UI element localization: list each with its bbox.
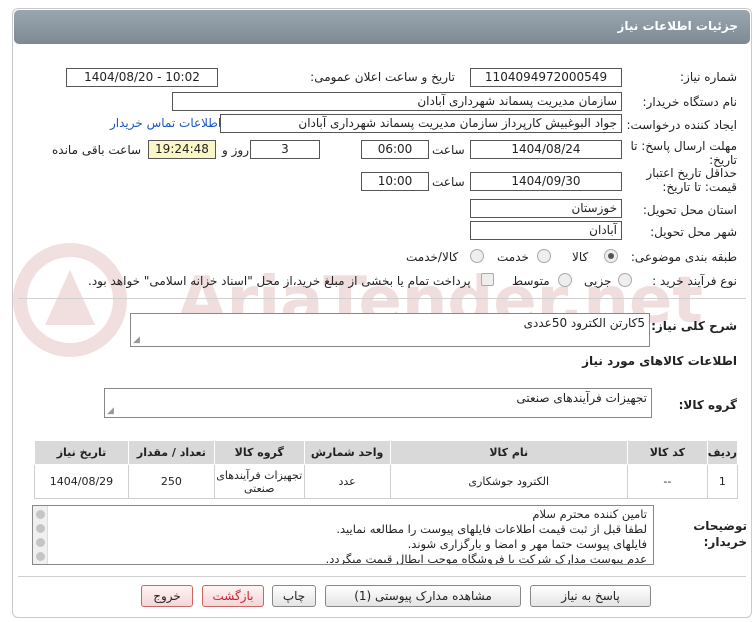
panel-header: جزئیات اطلاعات نیاز <box>14 10 750 44</box>
divider <box>18 298 746 299</box>
table-header-row: ردیف کد کالا نام کالا واحد شمارش گروه کا… <box>34 440 739 465</box>
announce-datetime-field: 1404/08/20 - 10:02 <box>66 68 218 87</box>
cell-code: -- <box>626 464 708 499</box>
col-header-group: گروه کالا <box>213 440 305 465</box>
resize-grip-icon[interactable]: ◢ <box>133 335 140 345</box>
col-header-unit: واحد شمارش <box>303 440 391 465</box>
col-header-date: تاریخ نیاز <box>34 440 129 465</box>
goods-group-label: گروه کالا: <box>678 398 737 412</box>
category-goods-service-label: کالا/خدمت <box>406 250 459 264</box>
validity-time-label: ساعت <box>432 175 465 189</box>
buyer-notes-box[interactable]: تامین کننده محترم سلام لطفا قبل از ثبت ق… <box>32 505 654 565</box>
goods-table: ردیف کد کالا نام کالا واحد شمارش گروه کا… <box>34 440 739 499</box>
reply-time-field: 06:00 <box>361 140 429 159</box>
process-radio-medium[interactable] <box>558 273 572 287</box>
divider <box>18 576 746 577</box>
treasury-payment-note: پرداخت تمام یا بخشی از مبلغ خرید،از محل … <box>88 274 471 288</box>
announce-label: تاریخ و ساعت اعلان عمومی: <box>310 70 455 84</box>
view-attachments-button[interactable]: مشاهده مدارک پیوستی (1) <box>325 585 521 607</box>
process-medium-label: متوسط <box>512 274 550 288</box>
validity-label: حداقل تاریخ اعتبار قیمت: تا تاریخ: <box>646 166 737 194</box>
back-button[interactable]: بازگشت <box>202 585 264 607</box>
resize-grip-icon[interactable]: ◢ <box>107 406 114 416</box>
buyer-notes-line: لطفا قبل از ثبت قیمت اطلاعات فایلهای پیو… <box>336 522 647 536</box>
category-radio-goods[interactable] <box>604 249 618 263</box>
scroll-dot-icon <box>36 552 45 561</box>
category-label: طبقه بندی موضوعی: <box>630 250 737 264</box>
buyer-notes-line: تامین کننده محترم سلام <box>532 507 647 521</box>
cell-unit: عدد <box>303 464 391 499</box>
col-header-row-no: ردیف <box>706 440 739 465</box>
cell-qty: 250 <box>127 464 215 499</box>
cell-group: تجهیزات فرآیندهای صنعتی <box>213 464 305 499</box>
scroll-dot-icon <box>36 510 45 519</box>
description-label: شرح کلی نیاز: <box>651 319 737 333</box>
description-textarea[interactable]: 5کارتن الکترود 50عددی ◢ <box>130 313 650 347</box>
col-header-name: نام کالا <box>389 440 628 465</box>
treasury-payment-checkbox[interactable] <box>481 273 494 286</box>
goods-section-title: اطلاعات کالاهای مورد نیاز <box>582 354 737 368</box>
province-field: خوزستان <box>470 199 622 218</box>
buyer-contact-link[interactable]: اطلاعات تماس خریدار <box>110 116 221 130</box>
col-header-code: کد کالا <box>626 440 708 465</box>
province-label: استان محل تحویل: <box>642 203 737 217</box>
city-label: شهر محل تحویل: <box>650 225 737 239</box>
table-row[interactable]: 1 -- الکترود جوشکاری عدد تجهیزات فرآینده… <box>34 464 739 499</box>
col-header-qty: تعداد / مقدار <box>127 440 215 465</box>
need-number-label: شماره نیاز: <box>680 70 737 84</box>
scroll-dot-icon <box>36 538 45 547</box>
requester-label: ایجاد کننده درخواست: <box>626 118 737 132</box>
validity-date-field: 1404/09/30 <box>470 172 622 191</box>
process-minor-label: جزیی <box>584 274 612 288</box>
validity-time-field: 10:00 <box>361 172 429 191</box>
days-and-label: روز و <box>222 143 249 157</box>
buyer-notes-label: توضیحات خریدار: <box>693 519 747 549</box>
goods-group-textarea[interactable]: تجهیزات فرآیندهای صنعتی ◢ <box>104 388 652 418</box>
category-goods-label: کالا <box>572 250 589 264</box>
reply-to-need-button[interactable]: پاسخ به نیاز <box>530 585 651 607</box>
buyer-org-field: سازمان مدیریت پسماند شهرداری آبادان <box>172 92 622 111</box>
print-button[interactable]: چاپ <box>272 585 316 607</box>
remaining-time-field: 19:24:48 <box>148 140 216 159</box>
cell-row-no: 1 <box>706 464 739 499</box>
category-service-label: خدمت <box>497 250 529 264</box>
category-radio-goods-service[interactable] <box>470 249 484 263</box>
panel-title: جزئیات اطلاعات نیاز <box>617 19 738 33</box>
buyer-notes-line: عدم پیوست مدارک شرکت یا فروشگاه موجب ابط… <box>325 552 647 565</box>
buyer-org-label: نام دستگاه خریدار: <box>642 95 738 109</box>
reply-time-label: ساعت <box>432 143 465 157</box>
days-remaining-field: 3 <box>250 140 320 159</box>
requester-field: جواد البوغبیش کارپرداز سازمان مدیریت پسم… <box>220 114 622 133</box>
exit-button[interactable]: خروج <box>141 585 193 607</box>
city-field: آبادان <box>470 221 622 240</box>
buyer-notes-line: فایلهای پیوست حتما مهر و امضا و بارگزاری… <box>407 537 647 551</box>
cell-date: 1404/08/29 <box>34 464 129 499</box>
category-radio-service[interactable] <box>537 249 551 263</box>
notes-scrollbar[interactable] <box>33 506 48 564</box>
reply-deadline-label: مهلت ارسال پاسخ: تا تاریخ: <box>630 139 737 167</box>
cell-name: الکترود جوشکاری <box>389 464 628 499</box>
process-label: نوع فرآیند خرید : <box>652 274 737 288</box>
scroll-dot-icon <box>36 524 45 533</box>
process-radio-minor[interactable] <box>618 273 632 287</box>
remaining-time-label: ساعت باقی مانده <box>52 143 142 157</box>
reply-date-field: 1404/08/24 <box>470 140 622 159</box>
goods-group-text: تجهیزات فرآیندهای صنعتی <box>516 391 647 405</box>
need-number-field: 1104094972000549 <box>470 68 622 87</box>
description-text: 5کارتن الکترود 50عددی <box>523 316 645 330</box>
